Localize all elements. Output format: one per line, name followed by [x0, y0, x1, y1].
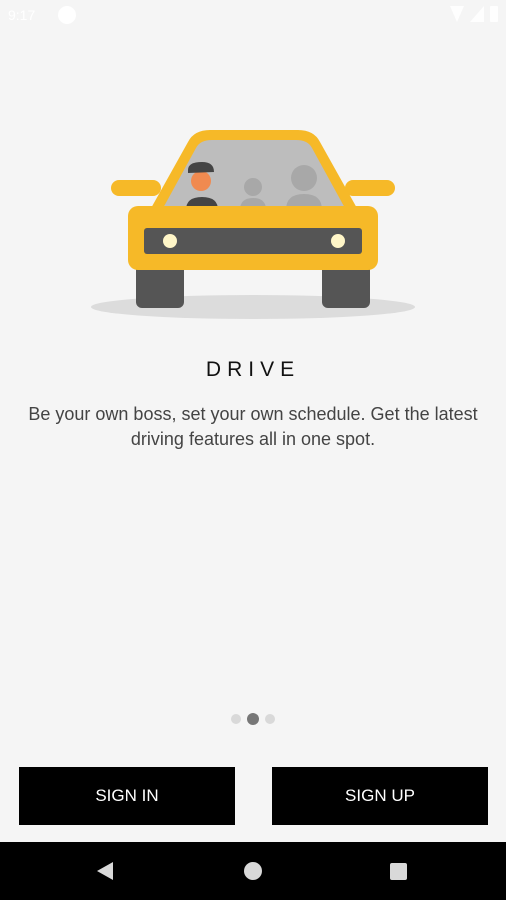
recents-icon[interactable]: [390, 863, 407, 880]
driver-face: [191, 171, 211, 191]
page-dot-active: [247, 713, 259, 725]
navigation-bar: [0, 842, 506, 900]
page-dot: [231, 714, 241, 724]
page-title: DRIVE: [205, 358, 301, 381]
page-description: Be your own boss, set your own schedule.…: [28, 404, 478, 449]
passenger-right-head: [291, 165, 317, 191]
battery-icon: [490, 6, 498, 22]
wifi-icon: [450, 6, 464, 22]
car-right-headlight: [331, 234, 345, 248]
status-icons: [450, 6, 498, 22]
car-left-headlight: [163, 234, 177, 248]
page-indicator: [0, 713, 506, 725]
status-bar: 9:17: [0, 0, 506, 32]
sign-in-button[interactable]: SIGN IN: [19, 767, 235, 825]
car-right-mirror: [345, 180, 395, 196]
home-icon[interactable]: [244, 862, 262, 880]
passenger-left-head: [244, 178, 262, 196]
status-time: 9:17: [8, 7, 36, 23]
signal-icon: [470, 6, 484, 22]
taxi-car-illustration: [91, 130, 415, 319]
app-notification-icon: [58, 6, 76, 24]
page-dot: [265, 714, 275, 724]
sign-up-button[interactable]: SIGN UP: [272, 767, 488, 825]
back-icon[interactable]: [97, 862, 113, 880]
car-left-mirror: [111, 180, 161, 196]
